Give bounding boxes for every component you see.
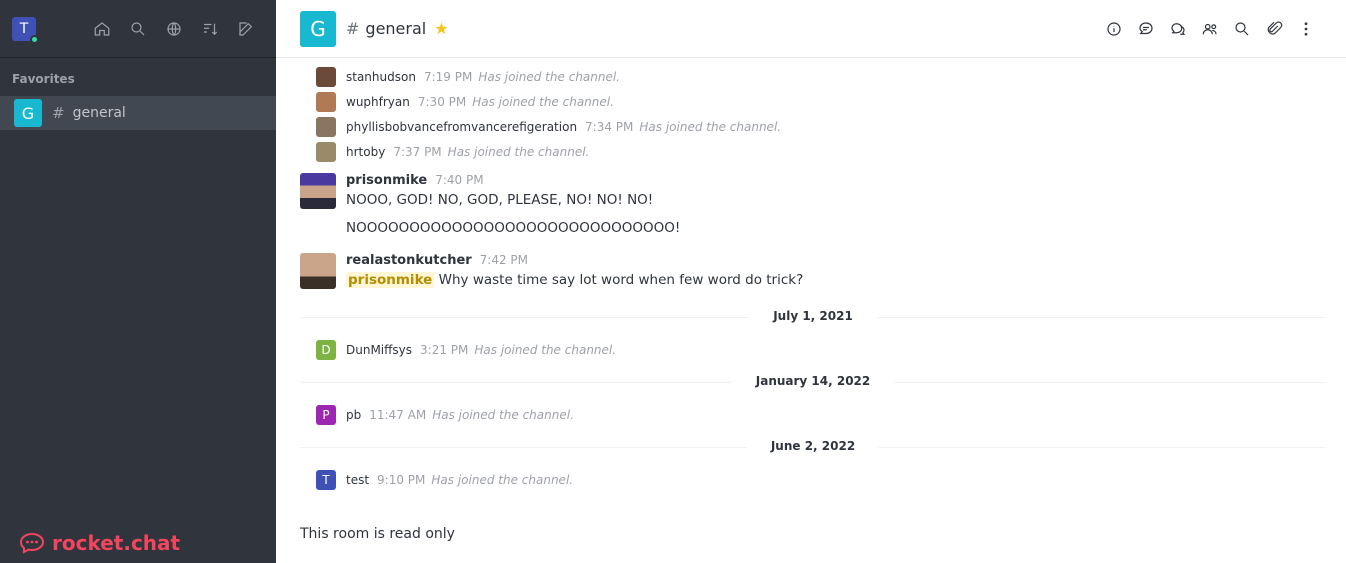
user-avatar-initial: T: [322, 473, 330, 487]
message-username[interactable]: wuphfryan: [346, 95, 410, 109]
date-divider-label: June 2, 2022: [746, 439, 880, 453]
message-time: 7:30 PM: [417, 95, 467, 109]
message-text: NOOOOOOOOOOOOOOOOOOOOOOOOOOOOOO!: [346, 220, 681, 236]
message-list[interactable]: stanhudson 7:19 PM Has joined the channe…: [276, 58, 1346, 510]
online-status-dot: [30, 34, 39, 44]
chat-message: realastonkutcher 7:42 PM prisonmike Why …: [300, 253, 804, 289]
system-text: Has joined the channel.: [472, 95, 614, 109]
system-text: Has joined the channel.: [478, 70, 620, 84]
sidebar: T Favorites G # general rocket.chat: [0, 0, 276, 563]
read-only-notice: This room is read only: [300, 526, 455, 542]
user-avatar[interactable]: T: [316, 470, 336, 490]
user-avatar[interactable]: P: [316, 405, 336, 425]
user-avatar[interactable]: [316, 142, 336, 162]
chat-message: prisonmike 7:40 PM NOOO, GOD! NO, GOD, P…: [300, 173, 680, 236]
date-divider-label: January 14, 2022: [731, 374, 895, 388]
system-text: Has joined the channel.: [447, 145, 590, 159]
kebab-menu-icon[interactable]: [1290, 13, 1322, 45]
members-icon[interactable]: [1194, 13, 1226, 45]
user-avatar[interactable]: [300, 253, 336, 289]
system-message: D DunMiffsys 3:21 PM Has joined the chan…: [316, 339, 616, 361]
user-avatar-initial: P: [322, 408, 330, 422]
favorites-section-title: Favorites: [12, 72, 75, 86]
room-avatar: G: [14, 99, 42, 127]
sort-icon[interactable]: [192, 17, 228, 41]
message-time: 9:10 PM: [377, 473, 426, 487]
date-divider-label: July 1, 2021: [749, 309, 877, 323]
system-text: Has joined the channel.: [432, 408, 574, 422]
discussions-icon[interactable]: [1162, 13, 1194, 45]
sidebar-item-general[interactable]: G # general: [0, 96, 276, 130]
room-header-avatar-initial: G: [310, 16, 326, 41]
system-message: T test 9:10 PM Has joined the channel.: [316, 469, 573, 491]
message-time: 7:34 PM: [585, 120, 634, 134]
message-username[interactable]: phyllisbobvancefromvancerefigeration: [346, 120, 577, 134]
system-text: Has joined the channel.: [431, 473, 574, 487]
date-divider: January 14, 2022: [300, 374, 1326, 388]
system-message: phyllisbobvancefromvancerefigeration 7:3…: [316, 116, 781, 138]
system-text: Has joined the channel.: [639, 120, 782, 134]
room-header: G # general ★: [276, 0, 1346, 58]
message-text: Why waste time say lot word when few wor…: [438, 272, 804, 288]
rocket-chat-logo-icon: [19, 532, 45, 554]
home-icon[interactable]: [84, 17, 120, 41]
system-message: hrtoby 7:37 PM Has joined the channel.: [316, 141, 589, 163]
logo-text: rocket.chat: [52, 531, 181, 555]
date-divider: July 1, 2021: [300, 309, 1326, 323]
message-username[interactable]: hrtoby: [346, 145, 385, 159]
message-username[interactable]: test: [346, 473, 369, 487]
room-info-icon[interactable]: [1098, 13, 1130, 45]
user-avatar[interactable]: [316, 67, 336, 87]
attachment-icon[interactable]: [1258, 13, 1290, 45]
user-avatar-initial: D: [321, 343, 331, 357]
user-avatar[interactable]: [300, 173, 336, 209]
system-message: stanhudson 7:19 PM Has joined the channe…: [316, 66, 620, 88]
sidebar-item-label: general: [72, 105, 126, 121]
message-username[interactable]: DunMiffsys: [346, 343, 412, 357]
system-message: wuphfryan 7:30 PM Has joined the channel…: [316, 91, 614, 113]
search-icon[interactable]: [120, 17, 156, 41]
message-time: 7:19 PM: [423, 70, 473, 84]
message-time: 11:47 AM: [369, 408, 427, 422]
message-username[interactable]: realastonkutcher: [346, 253, 472, 268]
message-text: NOOO, GOD! NO, GOD, PLEASE, NO! NO! NO!: [346, 192, 654, 208]
user-avatar[interactable]: [316, 92, 336, 112]
message-time: 3:21 PM: [420, 343, 469, 357]
message-username[interactable]: prisonmike: [346, 173, 427, 188]
room-avatar-initial: G: [21, 103, 35, 123]
room-title: general: [365, 19, 427, 38]
threads-icon[interactable]: [1130, 13, 1162, 45]
user-avatar-initial: T: [19, 20, 29, 37]
hash-icon: #: [346, 19, 360, 38]
favorite-star-icon[interactable]: ★: [434, 19, 448, 38]
search-messages-icon[interactable]: [1226, 13, 1258, 45]
room-header-avatar[interactable]: G: [300, 10, 336, 47]
rocket-chat-logo: rocket.chat: [18, 529, 180, 557]
system-text: Has joined the channel.: [474, 343, 617, 357]
create-new-icon[interactable]: [228, 17, 264, 41]
message-time: 7:40 PM: [435, 173, 484, 187]
message-username[interactable]: pb: [346, 408, 361, 422]
user-avatar[interactable]: T: [12, 16, 39, 44]
message-time: 7:42 PM: [479, 253, 529, 267]
sidebar-header: T: [0, 0, 276, 58]
system-message: P pb 11:47 AM Has joined the channel.: [316, 404, 574, 426]
user-mention[interactable]: prisonmike: [346, 272, 435, 288]
hash-icon: #: [52, 104, 65, 122]
message-time: 7:37 PM: [393, 145, 442, 159]
user-avatar[interactable]: D: [316, 340, 336, 360]
user-avatar[interactable]: [316, 117, 336, 137]
directory-globe-icon[interactable]: [156, 17, 192, 41]
date-divider: June 2, 2022: [300, 439, 1326, 453]
message-username[interactable]: stanhudson: [346, 70, 416, 84]
